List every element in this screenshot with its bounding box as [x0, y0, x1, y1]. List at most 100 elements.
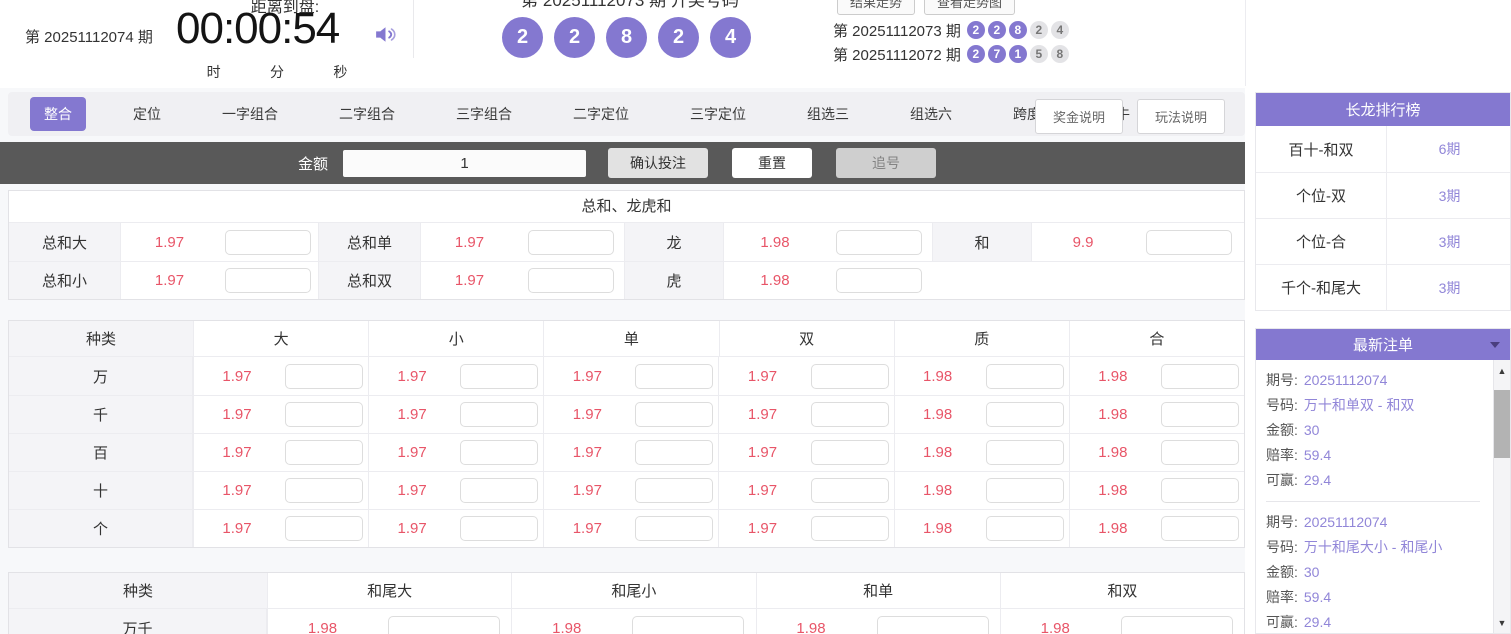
stake-input[interactable]: [1146, 229, 1232, 255]
bet-type-label: 和: [932, 223, 1032, 261]
tab-zuxuan-liu[interactable]: 组选六: [896, 97, 966, 131]
stake-input[interactable]: [985, 516, 1064, 541]
stake-cell: [981, 396, 1069, 433]
stake-input[interactable]: [1160, 516, 1239, 541]
chevron-down-icon[interactable]: [1490, 342, 1500, 348]
tab-yizi-zuhe[interactable]: 一字组合: [208, 97, 292, 131]
table-row: 个 1.97 1.97 1.97 1.97 1.98 1.98: [9, 509, 1244, 547]
stake-input[interactable]: [635, 440, 714, 465]
prize-info-button[interactable]: 奖金说明: [1034, 99, 1123, 134]
orders-body: 期号: 20251112074 号码: 万十和单双 - 和双 金额: 30 赔率: 59…: [1256, 360, 1510, 633]
stake-input[interactable]: [285, 440, 364, 465]
tab-sanzi-dingwei[interactable]: 三字定位: [676, 97, 760, 131]
result-trend-button[interactable]: 结果走势: [837, 0, 916, 15]
tab-sanzi-zuhe[interactable]: 三字组合: [442, 97, 526, 131]
tab-zhenghe[interactable]: 整合: [30, 97, 86, 131]
stake-input[interactable]: [460, 478, 539, 503]
stake-cell: [866, 609, 1000, 634]
stake-input[interactable]: [635, 516, 714, 541]
ranking-name: 百十-和双: [1256, 126, 1387, 172]
table-row: 千 1.97 1.97 1.97 1.97 1.98 1.98: [9, 395, 1244, 433]
tab-dingwei[interactable]: 定位: [119, 97, 175, 131]
stake-input[interactable]: [836, 229, 922, 255]
stake-input[interactable]: [1160, 402, 1239, 427]
stake-input[interactable]: [632, 615, 745, 634]
tab-erzi-zuhe[interactable]: 二字组合: [325, 97, 409, 131]
odds-value: 1.97: [368, 472, 455, 509]
stake-input[interactable]: [985, 478, 1064, 503]
stake-input[interactable]: [985, 440, 1064, 465]
scroll-down-icon[interactable]: ▼: [1494, 614, 1510, 631]
column-header: 和双: [999, 573, 1244, 608]
tab-erzi-dingwei[interactable]: 二字定位: [559, 97, 643, 131]
draw-history: 第 20251112073 期 2 2 8 2 4 第 20251112072 …: [833, 18, 1069, 66]
stake-input[interactable]: [460, 363, 539, 389]
odds-value: 1.97: [193, 472, 280, 509]
odds-value: 1.98: [1068, 472, 1156, 509]
stake-input[interactable]: [876, 615, 989, 634]
odds-value: 1.97: [543, 434, 630, 471]
stake-input[interactable]: [1160, 363, 1239, 389]
history-row: 第 20251112073 期 2 2 8 2 4: [833, 18, 1069, 42]
stake-cell: [455, 472, 543, 509]
view-trend-chart-button[interactable]: 查看走势图: [924, 0, 1016, 15]
scrollbar[interactable]: ▲ ▼: [1493, 360, 1510, 633]
reset-button[interactable]: 重置: [732, 148, 813, 178]
stake-input[interactable]: [285, 516, 364, 541]
stake-input[interactable]: [460, 516, 539, 541]
odds-value: 1.97: [368, 396, 455, 433]
stake-cell: [630, 357, 718, 395]
column-header: 和单: [755, 573, 1000, 608]
stake-cell: [280, 472, 368, 509]
field-label: 期号:: [1266, 371, 1298, 388]
stake-input[interactable]: [285, 478, 364, 503]
history-ball: 2: [966, 45, 985, 63]
amount-input[interactable]: [343, 149, 587, 177]
stake-input[interactable]: [285, 363, 364, 389]
stake-input[interactable]: [635, 363, 714, 389]
stake-input[interactable]: [1160, 478, 1239, 503]
order-line: 金额: 30: [1266, 559, 1480, 584]
order-line: 可赢: 29.4: [1266, 467, 1480, 492]
ranking-name: 个位-双: [1256, 173, 1387, 218]
rules-info-button[interactable]: 玩法说明: [1136, 99, 1225, 134]
chase-number-button[interactable]: 追号: [836, 148, 937, 178]
column-header: 合: [1068, 321, 1244, 356]
stake-input[interactable]: [810, 478, 889, 503]
stake-input[interactable]: [810, 363, 889, 389]
stake-input[interactable]: [225, 268, 311, 293]
stake-input[interactable]: [460, 440, 539, 465]
stake-cell: [805, 434, 893, 471]
order-entry: 期号: 20251112074 号码: 万十和单双 - 和双 金额: 30 赔率: 59…: [1266, 367, 1480, 501]
history-ball: 1: [1008, 45, 1027, 63]
stake-input[interactable]: [985, 363, 1064, 389]
odds-value: 1.97: [543, 472, 630, 509]
stake-input[interactable]: [985, 402, 1064, 427]
stake-cell: [805, 396, 893, 433]
stake-input[interactable]: [528, 268, 614, 293]
stake-input[interactable]: [388, 615, 501, 634]
stake-input[interactable]: [836, 268, 922, 293]
ranking-streak: 6期: [1438, 141, 1461, 157]
column-header: 小: [368, 321, 543, 356]
stake-input[interactable]: [810, 516, 889, 541]
stake-input[interactable]: [285, 402, 364, 427]
stake-input[interactable]: [1160, 440, 1239, 465]
stake-input[interactable]: [635, 402, 714, 427]
order-number: 万十和单双 - 和双: [1303, 396, 1415, 413]
odds-value: 1.97: [718, 357, 805, 395]
scrollbar-thumb[interactable]: [1494, 390, 1510, 458]
stake-input[interactable]: [1120, 615, 1233, 634]
tab-zuxuan-san[interactable]: 组选三: [793, 97, 863, 131]
stake-input[interactable]: [635, 478, 714, 503]
confirm-bet-button[interactable]: 确认投注: [608, 148, 709, 178]
speaker-icon[interactable]: [372, 22, 399, 52]
stake-input[interactable]: [528, 229, 614, 255]
scroll-up-icon[interactable]: ▲: [1494, 362, 1510, 379]
stake-input[interactable]: [810, 440, 889, 465]
stake-input[interactable]: [460, 402, 539, 427]
table-row: 十 1.97 1.97 1.97 1.97 1.98 1.98: [9, 471, 1244, 509]
stake-input[interactable]: [810, 402, 889, 427]
stake-input[interactable]: [225, 229, 311, 255]
row-label: 十: [9, 472, 193, 509]
